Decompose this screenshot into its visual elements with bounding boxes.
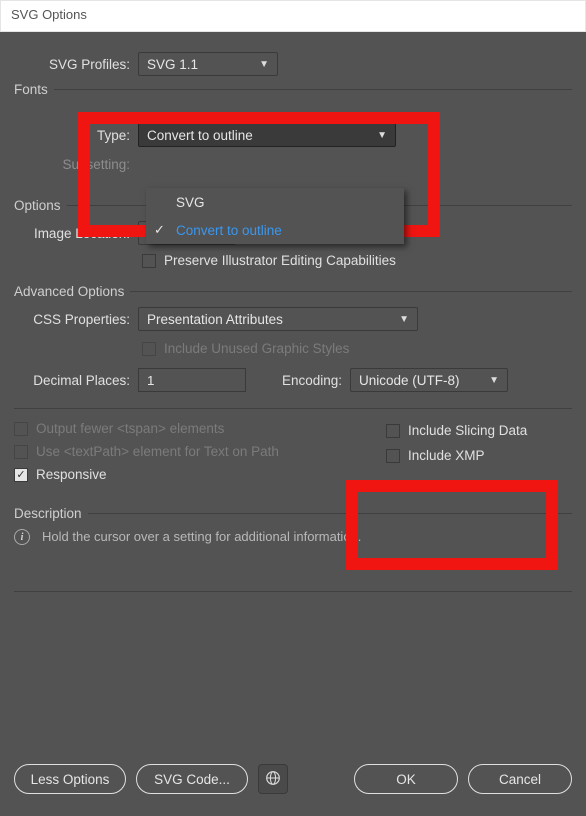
use-textpath-checkbox: Use <textPath> element for Text on Path bbox=[14, 444, 279, 459]
check-icon: ✓ bbox=[154, 222, 165, 238]
include-unused-checkbox: Include Unused Graphic Styles bbox=[142, 341, 349, 356]
annotation-highlight-include bbox=[346, 480, 558, 570]
decimal-places-label: Decimal Places: bbox=[14, 373, 138, 388]
divider bbox=[14, 591, 572, 592]
chevron-down-icon: ▼ bbox=[399, 314, 409, 325]
include-slicing-label: Include Slicing Data bbox=[408, 423, 527, 438]
chevron-down-icon: ▼ bbox=[489, 375, 499, 386]
preserve-editing-label: Preserve Illustrator Editing Capabilitie… bbox=[164, 253, 396, 268]
type-option-svg[interactable]: SVG bbox=[146, 188, 404, 216]
use-textpath-label: Use <textPath> element for Text on Path bbox=[36, 444, 279, 459]
image-location-label: Image Location: bbox=[14, 226, 138, 241]
info-icon: i bbox=[14, 529, 30, 545]
subsetting-label: Subsetting: bbox=[14, 157, 138, 172]
svg-profiles-label: SVG Profiles: bbox=[14, 57, 138, 72]
divider bbox=[130, 291, 572, 292]
advanced-legend: Advanced Options bbox=[14, 284, 124, 299]
include-xmp-checkbox[interactable]: Include XMP bbox=[386, 448, 485, 463]
css-properties-select[interactable]: Presentation Attributes ▼ bbox=[138, 307, 418, 331]
encoding-select[interactable]: Unicode (UTF-8) ▼ bbox=[350, 368, 508, 392]
svg-code-button[interactable]: SVG Code... bbox=[136, 764, 248, 794]
cancel-button[interactable]: Cancel bbox=[468, 764, 572, 794]
checkbox-box bbox=[142, 254, 156, 268]
type-value: Convert to outline bbox=[147, 128, 253, 143]
checkbox-box bbox=[142, 342, 156, 356]
chevron-down-icon: ▼ bbox=[259, 59, 269, 70]
divider bbox=[88, 513, 572, 514]
output-tspan-label: Output fewer <tspan> elements bbox=[36, 421, 224, 436]
svg-profiles-select[interactable]: SVG 1.1 ▼ bbox=[138, 52, 278, 76]
less-options-button[interactable]: Less Options bbox=[14, 764, 126, 794]
include-slicing-checkbox[interactable]: Include Slicing Data bbox=[386, 423, 527, 438]
fonts-legend: Fonts bbox=[14, 82, 48, 97]
globe-icon bbox=[265, 770, 281, 789]
web-preview-button[interactable] bbox=[258, 764, 288, 794]
divider bbox=[54, 89, 572, 90]
type-dropdown-list: SVG ✓ Convert to outline bbox=[146, 188, 404, 244]
window-title: SVG Options bbox=[0, 0, 586, 32]
checkbox-box bbox=[14, 422, 28, 436]
description-text: Hold the cursor over a setting for addit… bbox=[42, 529, 361, 544]
chevron-down-icon: ▼ bbox=[377, 130, 387, 141]
svg-profiles-value: SVG 1.1 bbox=[147, 57, 198, 72]
type-option-convert[interactable]: ✓ Convert to outline bbox=[146, 216, 404, 244]
ok-button[interactable]: OK bbox=[354, 764, 458, 794]
output-tspan-checkbox: Output fewer <tspan> elements bbox=[14, 421, 224, 436]
checkbox-box bbox=[386, 449, 400, 463]
option-label: Convert to outline bbox=[176, 223, 282, 238]
decimal-places-input[interactable] bbox=[138, 368, 246, 392]
css-properties-value: Presentation Attributes bbox=[147, 312, 283, 327]
type-label: Type: bbox=[14, 128, 138, 143]
include-xmp-label: Include XMP bbox=[408, 448, 485, 463]
button-row: Less Options SVG Code... OK Cancel bbox=[14, 764, 572, 794]
responsive-label: Responsive bbox=[36, 467, 107, 482]
description-legend: Description bbox=[14, 506, 82, 521]
preserve-editing-checkbox[interactable]: Preserve Illustrator Editing Capabilitie… bbox=[142, 253, 396, 268]
css-properties-label: CSS Properties: bbox=[14, 312, 138, 327]
dialog-body: SVG Profiles: SVG 1.1 ▼ Fonts Type: Conv… bbox=[0, 32, 586, 816]
divider bbox=[14, 408, 572, 409]
encoding-label: Encoding: bbox=[264, 373, 350, 388]
option-label: SVG bbox=[176, 195, 205, 210]
options-legend: Options bbox=[14, 198, 61, 213]
responsive-checkbox[interactable]: ✓ Responsive bbox=[14, 467, 107, 482]
include-unused-label: Include Unused Graphic Styles bbox=[164, 341, 349, 356]
encoding-value: Unicode (UTF-8) bbox=[359, 373, 460, 388]
checkbox-box bbox=[14, 445, 28, 459]
checkbox-box bbox=[386, 424, 400, 438]
type-select[interactable]: Convert to outline ▼ bbox=[138, 123, 396, 147]
checkbox-box: ✓ bbox=[14, 468, 28, 482]
